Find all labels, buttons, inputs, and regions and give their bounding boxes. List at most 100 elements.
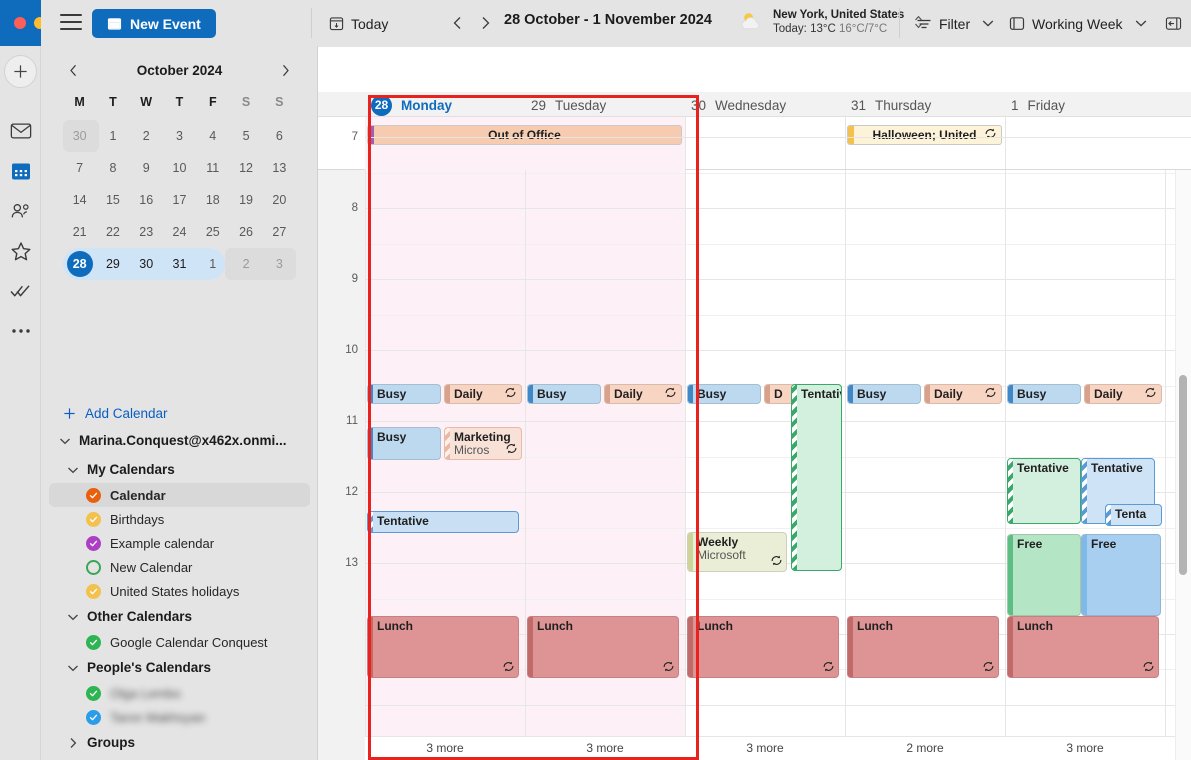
mini-day-3-2[interactable]: 23 xyxy=(130,216,163,248)
calendar-event[interactable]: Busy xyxy=(527,384,601,404)
day-header-1[interactable]: 29 Tuesday xyxy=(531,93,606,117)
calendar-event[interactable]: Daily xyxy=(1084,384,1162,404)
all-day-event[interactable]: Halloween; United xyxy=(847,125,1002,145)
rail-item-people[interactable] xyxy=(0,191,41,231)
calendar-event[interactable]: Daily xyxy=(924,384,1002,404)
mini-day-3-5[interactable]: 26 xyxy=(229,216,262,248)
mini-day-1-4[interactable]: 11 xyxy=(196,152,229,184)
rail-item-favorites[interactable] xyxy=(0,231,41,271)
mini-day-1-0[interactable]: 7 xyxy=(63,152,96,184)
account-row[interactable]: Marina.Conquest@x462x.onmi... xyxy=(41,425,317,456)
previous-period-button[interactable] xyxy=(445,11,469,35)
more-events-link-3[interactable]: 2 more xyxy=(845,741,1005,755)
mini-day-4-1[interactable]: 29 xyxy=(96,248,129,280)
mini-day-1-3[interactable]: 10 xyxy=(163,152,196,184)
calendar-event[interactable]: Lunch xyxy=(847,616,999,678)
mini-day-1-6[interactable]: 13 xyxy=(263,152,296,184)
mini-day-3-0[interactable]: 21 xyxy=(63,216,96,248)
weather-widget[interactable]: New York, United States Today: 13°C 16°C… xyxy=(738,8,923,37)
more-events-link-0[interactable]: 3 more xyxy=(365,741,525,755)
mini-day-3-1[interactable]: 22 xyxy=(96,216,129,248)
calendar-event[interactable]: Daily xyxy=(604,384,682,404)
mini-day-2-0[interactable]: 14 xyxy=(63,184,96,216)
calendar-event[interactable]: Free xyxy=(1081,534,1161,616)
calendar-group-0[interactable]: My Calendars xyxy=(41,456,317,483)
calendar-item-0-3[interactable]: New Calendar xyxy=(41,555,317,579)
calendar-event[interactable]: Tentative xyxy=(791,384,842,571)
mini-day-0-5[interactable]: 5 xyxy=(229,120,262,152)
calendar-event[interactable]: Busy xyxy=(1007,384,1081,404)
calendar-event[interactable]: Marketing Micros xyxy=(444,427,522,460)
mini-day-4-2[interactable]: 30 xyxy=(130,248,163,280)
calendar-item-1-0[interactable]: Google Calendar Conquest xyxy=(41,630,317,654)
mini-day-4-0[interactable]: 28 xyxy=(63,248,96,280)
more-events-link-2[interactable]: 3 more xyxy=(685,741,845,755)
mini-next-month-button[interactable] xyxy=(276,60,296,80)
day-header-2[interactable]: 30 Wednesday xyxy=(691,93,786,117)
calendar-event[interactable]: Busy xyxy=(687,384,761,404)
today-button[interactable]: Today xyxy=(329,10,388,37)
calendar-event[interactable]: Lunch xyxy=(1007,616,1159,678)
mini-day-2-6[interactable]: 20 xyxy=(263,184,296,216)
close-window-button[interactable] xyxy=(14,17,26,29)
rail-item-more[interactable] xyxy=(0,311,41,351)
view-selector-button[interactable]: Working Week xyxy=(1009,10,1147,37)
calendar-item-2-0[interactable]: Olga Lembo xyxy=(41,681,317,705)
all-day-event[interactable]: Out of Office xyxy=(367,125,682,145)
mini-day-4-4[interactable]: 1 xyxy=(196,248,229,280)
calendar-group-2[interactable]: People's Calendars xyxy=(41,654,317,681)
calendar-item-2-1[interactable]: Taron Makhsyan xyxy=(41,705,317,729)
mini-day-2-3[interactable]: 17 xyxy=(163,184,196,216)
calendar-event[interactable]: Busy xyxy=(847,384,921,404)
add-button[interactable] xyxy=(4,55,37,88)
calendar-item-0-1[interactable]: Birthdays xyxy=(41,507,317,531)
mini-day-3-4[interactable]: 25 xyxy=(196,216,229,248)
mini-day-0-2[interactable]: 2 xyxy=(130,120,163,152)
mini-day-0-4[interactable]: 4 xyxy=(196,120,229,152)
day-header-0[interactable]: 28 Monday xyxy=(371,93,452,117)
calendar-item-0-0[interactable]: Calendar xyxy=(49,483,310,507)
mini-day-1-5[interactable]: 12 xyxy=(229,152,262,184)
rail-item-calendar[interactable] xyxy=(0,151,41,191)
toggle-pane-button[interactable] xyxy=(1165,10,1182,37)
calendar-event[interactable]: Tenta xyxy=(1105,504,1162,526)
day-header-3[interactable]: 31 Thursday xyxy=(851,93,931,117)
mini-day-0-1[interactable]: 1 xyxy=(96,120,129,152)
calendar-event[interactable]: Lunch xyxy=(367,616,519,678)
mini-day-2-2[interactable]: 16 xyxy=(130,184,163,216)
mini-day-4-6[interactable]: 3 xyxy=(263,248,296,280)
calendar-event[interactable]: Tentative xyxy=(1007,458,1081,524)
mini-day-0-3[interactable]: 3 xyxy=(163,120,196,152)
calendar-item-0-2[interactable]: Example calendar xyxy=(41,531,317,555)
mini-day-2-1[interactable]: 15 xyxy=(96,184,129,216)
day-header-4[interactable]: 1 Friday xyxy=(1011,93,1065,117)
groups-row[interactable]: Groups xyxy=(41,729,317,756)
calendar-event[interactable]: Daily xyxy=(444,384,522,404)
filter-button[interactable]: Filter xyxy=(916,10,994,37)
rail-item-mail[interactable] xyxy=(0,111,41,151)
next-period-button[interactable] xyxy=(473,11,497,35)
calendar-event[interactable]: Busy xyxy=(367,384,441,404)
calendar-event[interactable]: Free xyxy=(1007,534,1081,616)
menu-toggle-button[interactable] xyxy=(60,14,82,32)
mini-day-1-2[interactable]: 9 xyxy=(130,152,163,184)
new-event-button[interactable]: New Event xyxy=(92,9,216,38)
mini-day-0-6[interactable]: 6 xyxy=(263,120,296,152)
calendar-event[interactable]: Busy xyxy=(367,427,441,460)
mini-prev-month-button[interactable] xyxy=(63,60,83,80)
scrollbar-thumb[interactable] xyxy=(1179,375,1187,575)
calendar-event[interactable]: Weekly Microsoft xyxy=(687,532,787,572)
mini-day-3-3[interactable]: 24 xyxy=(163,216,196,248)
mini-day-2-4[interactable]: 18 xyxy=(196,184,229,216)
calendar-event[interactable]: Tentative xyxy=(367,511,519,533)
rail-item-tasks[interactable] xyxy=(0,271,41,311)
mini-day-4-3[interactable]: 31 xyxy=(163,248,196,280)
mini-day-1-1[interactable]: 8 xyxy=(96,152,129,184)
mini-day-2-5[interactable]: 19 xyxy=(229,184,262,216)
more-events-link-1[interactable]: 3 more xyxy=(525,741,685,755)
calendar-item-0-4[interactable]: United States holidays xyxy=(41,579,317,603)
calendar-event[interactable]: Lunch xyxy=(527,616,679,678)
mini-day-4-5[interactable]: 2 xyxy=(229,248,262,280)
add-calendar-button[interactable]: Add Calendar xyxy=(41,402,317,425)
mini-day-3-6[interactable]: 27 xyxy=(263,216,296,248)
